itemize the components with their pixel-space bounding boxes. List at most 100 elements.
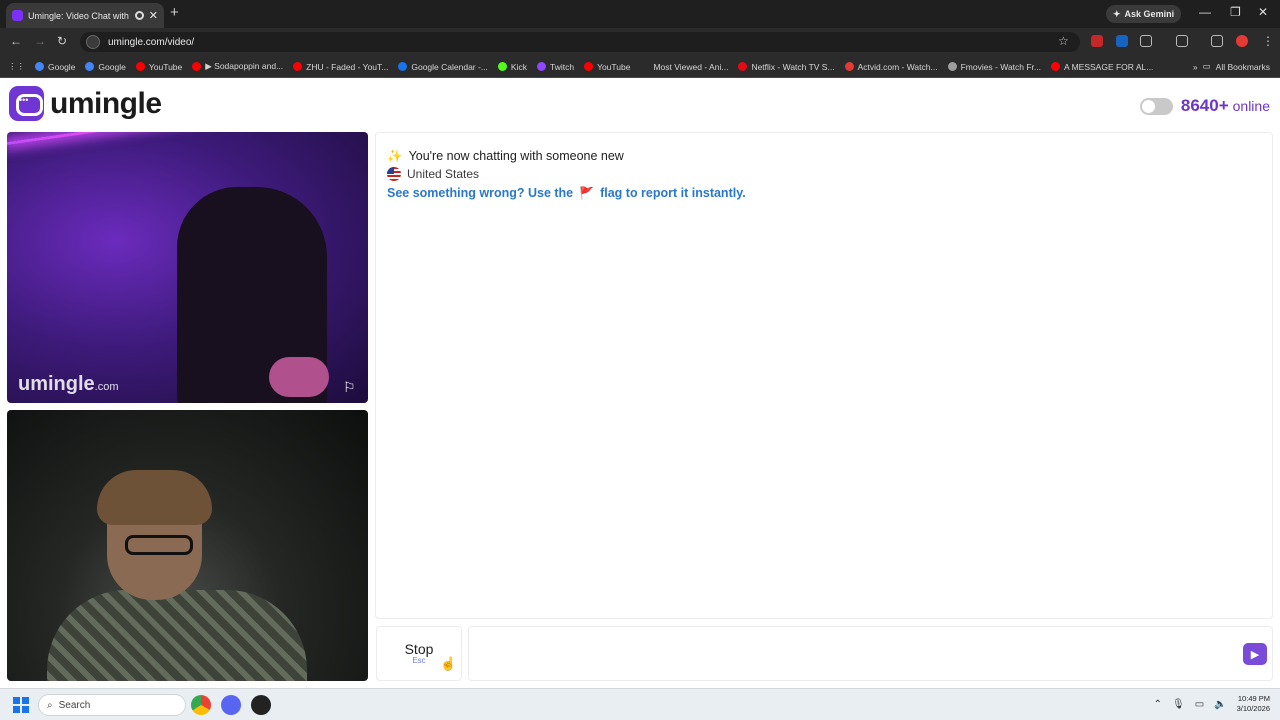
windows-start-icon[interactable] bbox=[13, 697, 29, 713]
bookmark-item[interactable]: ZHU - Faded - YouT... bbox=[293, 62, 388, 72]
bookmark-label: Google bbox=[98, 61, 126, 72]
bookmark-icon bbox=[640, 62, 650, 71]
bookmark-label: A MESSAGE FOR AL... bbox=[1064, 61, 1154, 72]
country-text: United States bbox=[407, 167, 480, 181]
tab-title: Umingle: Video Chat with S bbox=[28, 10, 130, 21]
self-shirt bbox=[47, 590, 307, 681]
close-window-icon[interactable]: ✕ bbox=[1258, 5, 1268, 19]
taskbar: ⌕ Search ⌃ 🎙 ▭ 🔈 10:49 PM 3/10/2026 bbox=[0, 688, 1280, 720]
new-tab-button[interactable]: + bbox=[170, 4, 179, 21]
bookmark-label: YouTube bbox=[148, 61, 183, 72]
bookmark-item[interactable]: YouTube bbox=[584, 62, 630, 72]
extensions-icon[interactable] bbox=[1140, 35, 1152, 47]
bookmark-item[interactable]: YouTube bbox=[135, 61, 183, 72]
clock[interactable]: 10:49 PM 3/10/2026 bbox=[1237, 694, 1270, 714]
cast-icon[interactable] bbox=[1176, 35, 1188, 47]
bookmark-item[interactable]: Actvid.com - Watch... bbox=[844, 61, 938, 72]
search-icon: ⌕ bbox=[47, 699, 53, 711]
bookmark-label: YouTube bbox=[597, 61, 631, 72]
bookmark-label: Google Calendar -... bbox=[411, 61, 488, 72]
bookmark-icon bbox=[584, 62, 594, 71]
bookmark-label: ZHU - Faded - YouT... bbox=[306, 61, 389, 72]
watermark-suffix: .com bbox=[94, 381, 119, 393]
site-info-icon[interactable] bbox=[86, 35, 100, 49]
chevron-up-icon[interactable]: ⌃ bbox=[1154, 699, 1162, 710]
bookmark-item[interactable]: Fmovies - Watch Fr... bbox=[947, 61, 1042, 72]
extension-icon[interactable] bbox=[1116, 35, 1128, 47]
bookmark-item[interactable]: Netflix - Watch TV S... bbox=[738, 61, 835, 72]
send-icon[interactable]: ▶ bbox=[1243, 643, 1267, 665]
watermark-text: umingle bbox=[18, 373, 95, 395]
tab-umingle[interactable]: Umingle: Video Chat with S ✕ bbox=[6, 3, 164, 28]
stop-button[interactable]: Stop Esc bbox=[376, 626, 462, 681]
taskbar-search[interactable]: ⌕ Search bbox=[38, 694, 186, 716]
bookmark-item[interactable]: Google bbox=[35, 62, 75, 72]
chat-log: ✨ You're now chatting with someone new U… bbox=[375, 132, 1273, 619]
chrome-icon[interactable] bbox=[191, 695, 211, 715]
umingle-favicon bbox=[12, 10, 23, 21]
bookmark-item[interactable]: Google Calendar -... bbox=[398, 62, 488, 72]
bookmark-icon bbox=[192, 62, 202, 71]
bookmark-label: ▶ Sodapoppin and... bbox=[205, 61, 284, 71]
bookmark-icon bbox=[293, 62, 303, 71]
red-flag-icon: 🚩 bbox=[579, 185, 595, 200]
logo-text: umingle bbox=[50, 86, 162, 120]
url-text: umingle.com/video/ bbox=[108, 36, 195, 48]
message-input[interactable]: ▶ bbox=[468, 626, 1273, 681]
all-bookmarks-button[interactable]: » ▭ All Bookmarks bbox=[1193, 61, 1270, 72]
bookmark-star-icon[interactable]: ☆ bbox=[1058, 34, 1069, 48]
bookmark-icon bbox=[398, 62, 408, 71]
bookmark-label: Fmovies - Watch Fr... bbox=[960, 61, 1042, 72]
discord-icon[interactable] bbox=[221, 695, 241, 715]
bookmark-label: Netflix - Watch TV S... bbox=[751, 61, 835, 72]
system-message: ✨ You're now chatting with someone new bbox=[387, 147, 1261, 165]
umingle-page: umingle 8640+ online umingle.com ⚐ ✨ You… bbox=[0, 79, 1280, 688]
bookmark-icon bbox=[85, 62, 95, 71]
self-hair bbox=[97, 470, 212, 525]
ask-gemini-button[interactable]: ✦ Ask Gemini bbox=[1106, 5, 1182, 23]
bookmark-icon bbox=[35, 62, 44, 71]
menu-icon[interactable]: ⋮ bbox=[1262, 34, 1274, 48]
bookmark-item[interactable]: Kick bbox=[497, 61, 527, 72]
browser-tabstrip: Umingle: Video Chat with S ✕ + ✦ Ask Gem… bbox=[0, 0, 1280, 28]
stop-label: Stop bbox=[404, 641, 434, 657]
led-strip bbox=[7, 132, 365, 145]
report-post-text: flag to report it instantly. bbox=[600, 185, 746, 200]
address-bar[interactable]: umingle.com/video/ bbox=[80, 32, 1080, 52]
maximize-icon[interactable]: ❐ bbox=[1230, 5, 1241, 19]
reload-icon[interactable]: ↻ bbox=[57, 34, 67, 48]
stranger-video: umingle.com ⚐ bbox=[7, 132, 368, 403]
dark-mode-toggle[interactable] bbox=[1139, 97, 1173, 115]
apps-icon[interactable]: ⋮⋮ bbox=[8, 61, 25, 72]
volume-icon[interactable]: 🔈 bbox=[1214, 699, 1226, 710]
site-logo[interactable]: umingle bbox=[9, 86, 162, 121]
bookmark-item[interactable]: Google bbox=[85, 61, 126, 72]
bookmark-item[interactable]: ▶ Sodapoppin and... bbox=[192, 61, 283, 72]
bookmark-item[interactable]: A MESSAGE FOR AL... bbox=[1051, 62, 1153, 72]
bookmark-label: Google bbox=[48, 61, 76, 72]
chevron-right-icon[interactable]: » bbox=[1193, 62, 1198, 72]
forward-icon[interactable]: → bbox=[34, 34, 46, 48]
clock-time: 10:49 PM bbox=[1237, 694, 1270, 703]
online-label: online bbox=[1232, 98, 1270, 114]
minimize-icon[interactable]: — bbox=[1199, 5, 1211, 19]
mouse-cursor-icon: ☝ bbox=[440, 656, 457, 671]
back-icon[interactable]: ← bbox=[10, 34, 22, 48]
microphone-icon[interactable]: 🎙 bbox=[1172, 699, 1185, 710]
media-controls-icon[interactable] bbox=[1211, 35, 1223, 47]
bookmark-item[interactable]: Most Viewed - Ani... bbox=[640, 62, 728, 72]
network-icon[interactable]: ▭ bbox=[1195, 699, 1204, 710]
report-flag-icon[interactable]: ⚐ bbox=[343, 379, 359, 395]
profile-icon[interactable] bbox=[1236, 35, 1248, 47]
chat-bubble-logo-icon bbox=[9, 86, 44, 121]
bookmark-label: Actvid.com - Watch... bbox=[857, 61, 938, 72]
browser-toolbar: ← → ↻ umingle.com/video/ ☆ ⋮ bbox=[0, 28, 1280, 56]
extension-icon[interactable] bbox=[1091, 35, 1103, 47]
search-label: Search bbox=[58, 699, 91, 711]
app-icon[interactable] bbox=[251, 695, 271, 715]
video-watermark: umingle.com bbox=[18, 373, 119, 396]
bookmark-label: Kick bbox=[510, 61, 527, 72]
tab-close-icon[interactable]: ✕ bbox=[149, 9, 158, 22]
bookmarks-bar: ⋮⋮ Google Google YouTube ▶ Sodapoppin an… bbox=[0, 56, 1280, 78]
bookmark-item[interactable]: Twitch bbox=[536, 62, 574, 72]
